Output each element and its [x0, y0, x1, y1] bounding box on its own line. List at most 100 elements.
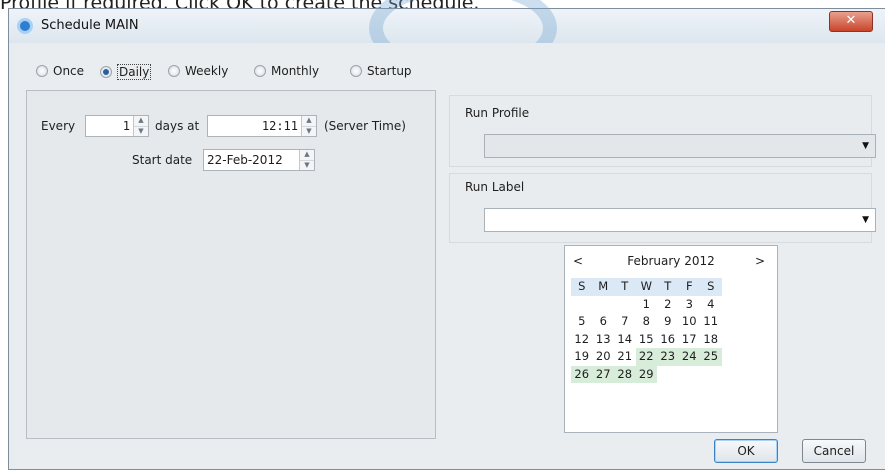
calendar-day[interactable]: 13: [593, 331, 615, 349]
weekday-label: F: [685, 279, 693, 293]
every-days-value: 1: [122, 119, 130, 133]
radio-once[interactable]: Once: [36, 64, 84, 78]
calendar-day[interactable]: 4: [700, 296, 722, 314]
calendar-day[interactable]: [657, 366, 679, 384]
calendar-day[interactable]: 11: [700, 313, 722, 331]
every-days-spinner-buttons[interactable]: ▲ ▼: [133, 116, 148, 136]
calendar-day[interactable]: 12: [571, 331, 593, 349]
calendar-day[interactable]: [593, 296, 615, 314]
time-value: 12:11: [261, 119, 298, 133]
radio-monthly-indicator[interactable]: [254, 65, 266, 77]
calendar-day[interactable]: 24: [678, 348, 700, 366]
calendar-day[interactable]: 8: [636, 313, 658, 331]
calendar-week-row: 12 13 14 15 16 17 18: [571, 331, 722, 349]
date-calendar: < February 2012 > S M T W T F S 1 2 3 4 …: [564, 245, 778, 433]
calendar-day[interactable]: 15: [636, 331, 658, 349]
spinner-down-icon[interactable]: ▼: [302, 125, 316, 137]
radio-startup[interactable]: Startup: [350, 64, 412, 78]
start-date-spinner-buttons[interactable]: ▲ ▼: [299, 150, 314, 170]
calendar-day[interactable]: [614, 296, 636, 314]
calendar-day[interactable]: 23: [657, 348, 679, 366]
every-label: Every: [41, 119, 76, 133]
radio-daily-label: Daily: [117, 64, 152, 80]
run-label-group: Run Label ▼: [449, 173, 876, 243]
calendar-day[interactable]: [679, 366, 701, 384]
calendar-day[interactable]: 25: [700, 348, 722, 366]
weekday-label: T: [664, 279, 672, 293]
days-at-label: days at: [155, 119, 200, 133]
radio-monthly[interactable]: Monthly: [254, 64, 319, 78]
server-time-label: (Server Time): [324, 119, 406, 133]
calendar-day[interactable]: 6: [593, 313, 615, 331]
dropdown-arrow-icon[interactable]: ▼: [862, 215, 869, 225]
radio-startup-indicator[interactable]: [350, 65, 362, 77]
start-date-label: Start date: [132, 153, 193, 167]
radio-once-indicator[interactable]: [36, 65, 48, 77]
calendar-day[interactable]: [700, 366, 722, 384]
start-date-spinner[interactable]: 22-Feb-2012 ▲ ▼: [203, 149, 315, 171]
radio-daily-indicator[interactable]: [100, 66, 112, 78]
calendar-day[interactable]: 28: [614, 365, 636, 383]
run-profile-label: Run Profile: [465, 106, 530, 120]
run-profile-dropdown[interactable]: ▼: [484, 134, 876, 158]
app-icon: [17, 18, 33, 34]
radio-weekly-label: Weekly: [185, 64, 229, 78]
ok-button[interactable]: OK: [714, 439, 778, 463]
weekday-label: M: [598, 279, 609, 293]
calendar-day[interactable]: 2: [657, 296, 679, 314]
radio-weekly-indicator[interactable]: [168, 65, 180, 77]
spinner-down-icon[interactable]: ▼: [134, 125, 148, 137]
title-bar[interactable]: Schedule MAIN ✕: [9, 0, 885, 77]
calendar-day[interactable]: 27: [592, 365, 614, 383]
calendar-day[interactable]: 20: [593, 348, 615, 366]
calendar-day[interactable]: 10: [679, 313, 701, 331]
time-spinner-buttons[interactable]: ▲ ▼: [301, 116, 316, 136]
calendar-month-label: February 2012: [627, 254, 715, 268]
every-days-spinner[interactable]: 1 ▲ ▼: [85, 115, 149, 137]
calendar-day[interactable]: 21: [614, 348, 636, 366]
radio-startup-label: Startup: [367, 64, 412, 78]
run-label-combobox[interactable]: ▼: [484, 208, 876, 232]
calendar-day[interactable]: 5: [571, 313, 593, 331]
calendar-day[interactable]: [571, 296, 593, 314]
calendar-day[interactable]: 1: [636, 296, 658, 314]
weekday-label: S: [578, 279, 586, 293]
radio-weekly[interactable]: Weekly: [168, 64, 228, 78]
schedule-dialog: Schedule MAIN ✕ Once Daily Weekly Monthl…: [8, 0, 885, 470]
dialog-content: Once Daily Weekly Monthly Startup Every: [16, 43, 885, 469]
weekday-label: T: [621, 279, 629, 293]
dropdown-arrow-icon[interactable]: ▼: [862, 141, 869, 151]
spinner-down-icon[interactable]: ▼: [300, 159, 314, 171]
spinner-up-icon[interactable]: ▲: [302, 116, 316, 126]
time-spinner[interactable]: 12:11 ▲ ▼: [207, 115, 317, 137]
daily-schedule-panel: Every 1 ▲ ▼ days at 12:11 ▲ ▼ (Server Ti…: [26, 90, 436, 439]
calendar-grid: S M T W T F S 1 2 3 4 5 6 7 8 9 10 11 12…: [571, 278, 722, 383]
calendar-day[interactable]: 18: [700, 331, 722, 349]
spinner-up-icon[interactable]: ▲: [300, 150, 314, 160]
calendar-header: < February 2012 >: [565, 254, 777, 272]
calendar-week-row: 5 6 7 8 9 10 11: [571, 313, 722, 331]
calendar-day[interactable]: 19: [571, 348, 593, 366]
calendar-day[interactable]: 7: [614, 313, 636, 331]
calendar-weekday-row: S M T W T F S: [571, 278, 722, 296]
close-button[interactable]: ✕: [829, 11, 873, 32]
spinner-up-icon[interactable]: ▲: [134, 116, 148, 126]
calendar-day[interactable]: 22: [635, 348, 657, 366]
run-profile-group: Run Profile ▼: [449, 95, 876, 167]
calendar-week-row: 19 20 21 22 23 24 25: [571, 348, 722, 366]
next-month-button[interactable]: >: [755, 254, 765, 268]
run-label-label: Run Label: [465, 180, 525, 194]
calendar-day[interactable]: 26: [571, 365, 593, 383]
calendar-day[interactable]: 9: [657, 313, 679, 331]
radio-once-label: Once: [53, 64, 85, 78]
close-icon: ✕: [845, 13, 857, 28]
calendar-day[interactable]: 3: [679, 296, 701, 314]
weekday-label: S: [707, 279, 715, 293]
calendar-day[interactable]: 16: [657, 331, 679, 349]
calendar-day[interactable]: 17: [679, 331, 701, 349]
calendar-day[interactable]: 29: [635, 365, 657, 383]
cancel-button[interactable]: Cancel: [802, 439, 866, 463]
radio-daily[interactable]: Daily: [100, 64, 152, 80]
calendar-day[interactable]: 14: [614, 331, 636, 349]
window-title: Schedule MAIN: [41, 18, 139, 33]
